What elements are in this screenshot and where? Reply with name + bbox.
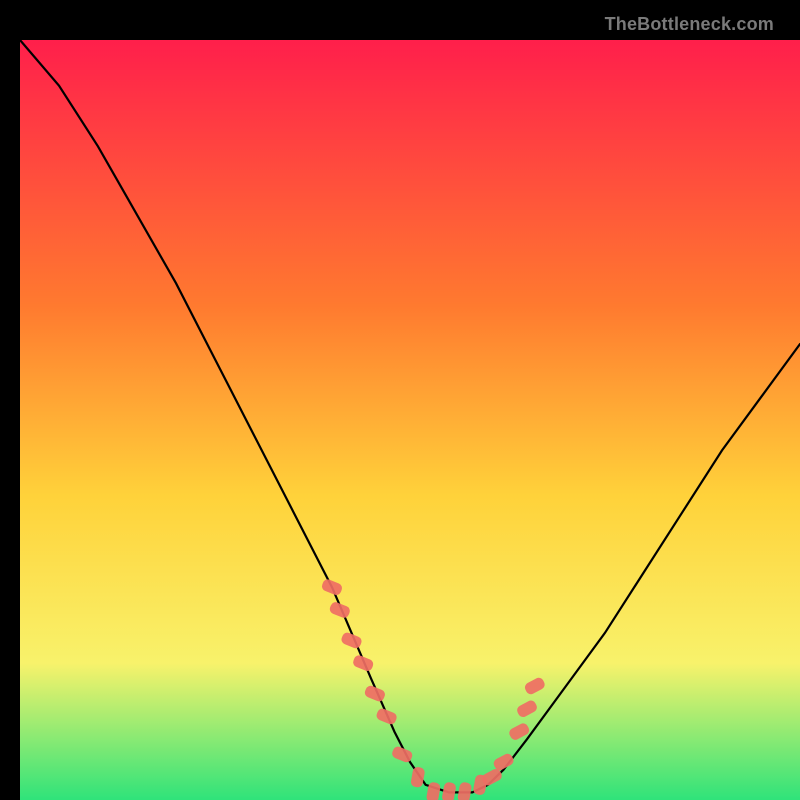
gradient-background [20,40,800,800]
chart-frame: TheBottleneck.com [10,10,790,790]
chart-svg [20,40,800,800]
watermark-text: TheBottleneck.com [605,14,774,35]
chart-plot [20,40,800,800]
